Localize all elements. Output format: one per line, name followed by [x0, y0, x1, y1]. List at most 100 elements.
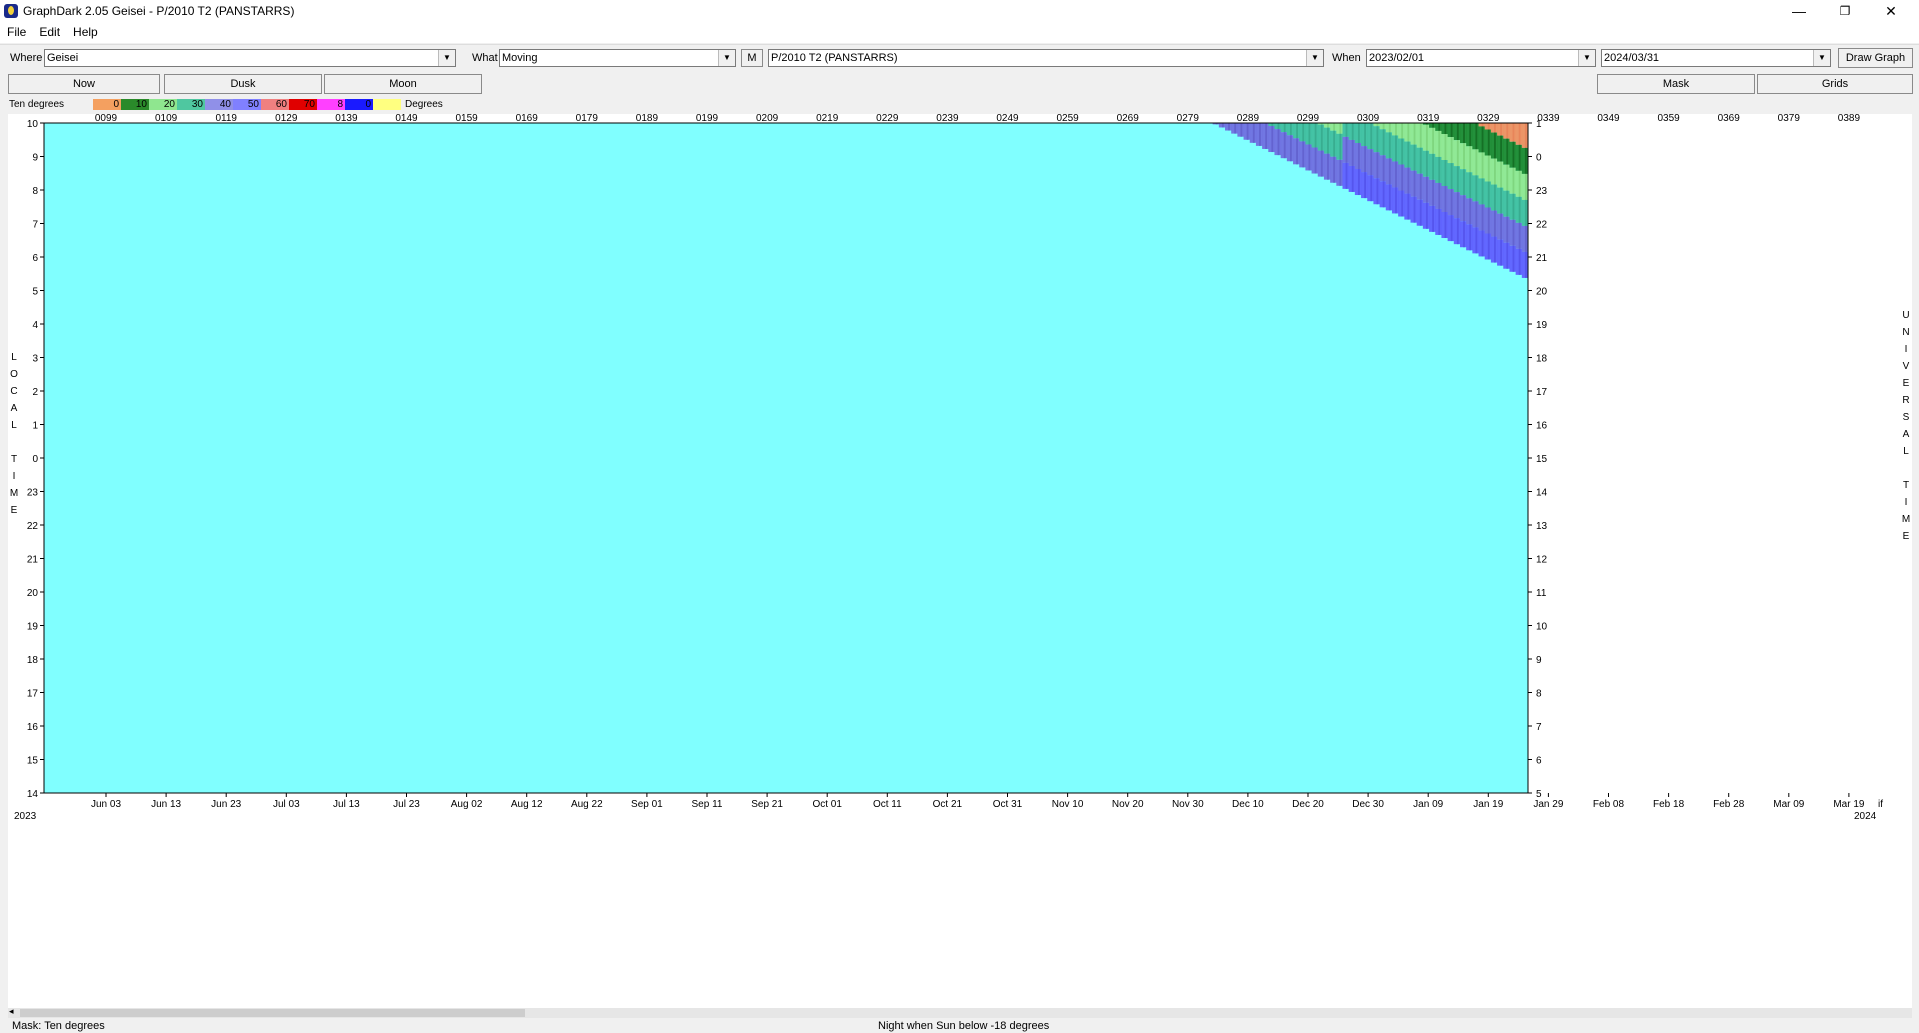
jd-tick-label: 0319 [1417, 114, 1440, 124]
local-time-axis-letter: A [11, 403, 18, 414]
when-start-select[interactable]: 2023/02/01 ▼ [1366, 49, 1596, 67]
moon-button[interactable]: Moon [324, 74, 482, 94]
local-hour-label: 21 [27, 555, 39, 566]
local-hour-label: 18 [27, 655, 39, 666]
legend-bar: Ten degrees 0 10 20 30 40 50 60 70 8 0 Degrees [0, 96, 1919, 112]
jd-tick-label: 0229 [876, 114, 899, 124]
when-end-select[interactable]: 2024/03/31 ▼ [1601, 49, 1831, 67]
jd-tick-label: 0239 [936, 114, 959, 124]
chevron-down-icon[interactable]: ▼ [1578, 50, 1595, 66]
where-label: Where [10, 52, 43, 64]
jd-tick-label: 0269 [1117, 114, 1140, 124]
universal-time-axis-letter: E [1903, 531, 1910, 542]
year-right: 2024 [1854, 811, 1877, 822]
close-button[interactable]: ✕ [1868, 0, 1914, 22]
date-tick-label: Aug 22 [571, 799, 603, 810]
date-tick-label: Feb 18 [1653, 799, 1685, 810]
chevron-down-icon[interactable]: ▼ [718, 50, 735, 66]
universal-hour-label: 14 [1536, 488, 1548, 499]
universal-hour-label: 8 [1536, 689, 1542, 700]
chevron-down-icon[interactable]: ▼ [438, 50, 455, 66]
local-time-axis-letter: L [11, 352, 17, 363]
draw-graph-button[interactable]: Draw Graph [1838, 48, 1913, 68]
local-hour-label: 19 [27, 622, 39, 633]
legend-swatch: 10 [121, 99, 149, 110]
graph-area[interactable]: 2460000+2460000+009901090119012901390149… [8, 0, 1912, 1008]
date-tick-label: Jul 13 [333, 799, 360, 810]
local-hour-label: 20 [27, 588, 39, 599]
local-hour-label: 7 [32, 220, 38, 231]
legend-swatch: 20 [149, 99, 177, 110]
grids-button[interactable]: Grids [1757, 74, 1913, 94]
menu-file[interactable]: File [0, 22, 32, 39]
legend-swatch: 40 [205, 99, 233, 110]
date-tick-label: Mar 09 [1773, 799, 1805, 810]
mask-button[interactable]: Mask [1597, 74, 1755, 94]
local-time-axis-letter: T [11, 454, 17, 465]
jd-tick-label: 0379 [1778, 114, 1801, 124]
year-left: 2023 [14, 811, 37, 822]
date-tick-label: Aug 02 [451, 799, 483, 810]
what-label: What [472, 52, 498, 64]
legend-swatch: 30 [177, 99, 205, 110]
local-time-axis-letter: I [13, 471, 16, 482]
local-hour-label: 16 [27, 722, 39, 733]
local-hour-label: 2 [32, 387, 38, 398]
date-tick-label: Dec 20 [1292, 799, 1324, 810]
now-button[interactable]: Now [8, 74, 160, 94]
horizontal-scrollbar[interactable]: ◂ [8, 1006, 1912, 1018]
jd-tick-label: 0199 [696, 114, 719, 124]
view-button-row: Now Dusk Moon Mask Grids [0, 73, 1919, 96]
where-value: Geisei [47, 52, 79, 64]
date-tick-label: Sep 21 [751, 799, 783, 810]
dusk-button[interactable]: Dusk [164, 74, 322, 94]
universal-hour-label: 11 [1536, 588, 1547, 599]
local-hour-label: 8 [32, 186, 38, 197]
universal-hour-label: 9 [1536, 655, 1542, 666]
title-bar: GraphDark 2.05 Geisei - P/2010 T2 (PANST… [0, 0, 1919, 22]
what-select[interactable]: Moving ▼ [499, 49, 736, 67]
universal-hour-label: 6 [1536, 756, 1542, 767]
local-hour-label: 1 [32, 421, 38, 432]
local-hour-label: 4 [32, 320, 38, 331]
legend-swatch: 0 [93, 99, 121, 110]
universal-hour-label: 23 [1536, 186, 1548, 197]
minimize-button[interactable]: — [1776, 0, 1822, 22]
universal-hour-label: 16 [1536, 421, 1548, 432]
when-label: When [1332, 52, 1361, 64]
jd-tick-label: 0369 [1718, 114, 1741, 124]
local-hour-label: 6 [32, 253, 38, 264]
local-hour-label: 22 [27, 521, 39, 532]
universal-time-axis-letter: U [1902, 310, 1909, 321]
jd-tick-label: 0209 [756, 114, 779, 124]
date-tick-label: Jun 23 [211, 799, 241, 810]
chevron-down-icon[interactable]: ▼ [1813, 50, 1830, 66]
legend-suffix: Degrees [405, 99, 443, 110]
universal-hour-label: 1 [1536, 119, 1542, 130]
local-time-axis-letter: C [10, 386, 17, 397]
date-tick-label: Jan 29 [1533, 799, 1563, 810]
darkness-chart[interactable]: 2460000+2460000+009901090119012901390149… [8, 0, 1912, 1008]
local-hour-label: 9 [32, 153, 38, 164]
restore-button[interactable]: ❐ [1822, 0, 1868, 22]
object-select[interactable]: P/2010 T2 (PANSTARRS) ▼ [768, 49, 1324, 67]
scroll-left-icon[interactable]: ◂ [9, 1006, 14, 1017]
date-tick-label: Sep 11 [692, 799, 723, 810]
menu-edit[interactable]: Edit [32, 22, 66, 39]
scrollbar-thumb[interactable] [20, 1009, 525, 1017]
universal-time-axis-letter: M [1902, 514, 1910, 525]
jd-tick-label: 0139 [335, 114, 358, 124]
when-end-value: 2024/03/31 [1604, 52, 1660, 64]
universal-hour-label: 13 [1536, 521, 1548, 532]
chevron-down-icon[interactable]: ▼ [1306, 50, 1323, 66]
legend-swatch: 8 [317, 99, 345, 110]
m-button[interactable]: M [741, 49, 763, 67]
jd-tick-label: 0279 [1177, 114, 1200, 124]
date-tick-label: Jan 09 [1413, 799, 1443, 810]
menu-help[interactable]: Help [66, 22, 104, 39]
local-time-axis-letter: E [11, 505, 18, 516]
local-time-axis-letter: L [11, 420, 17, 431]
where-select[interactable]: Geisei ▼ [44, 49, 456, 67]
universal-hour-label: 15 [1536, 454, 1548, 465]
date-tick-label: Jan 19 [1473, 799, 1503, 810]
